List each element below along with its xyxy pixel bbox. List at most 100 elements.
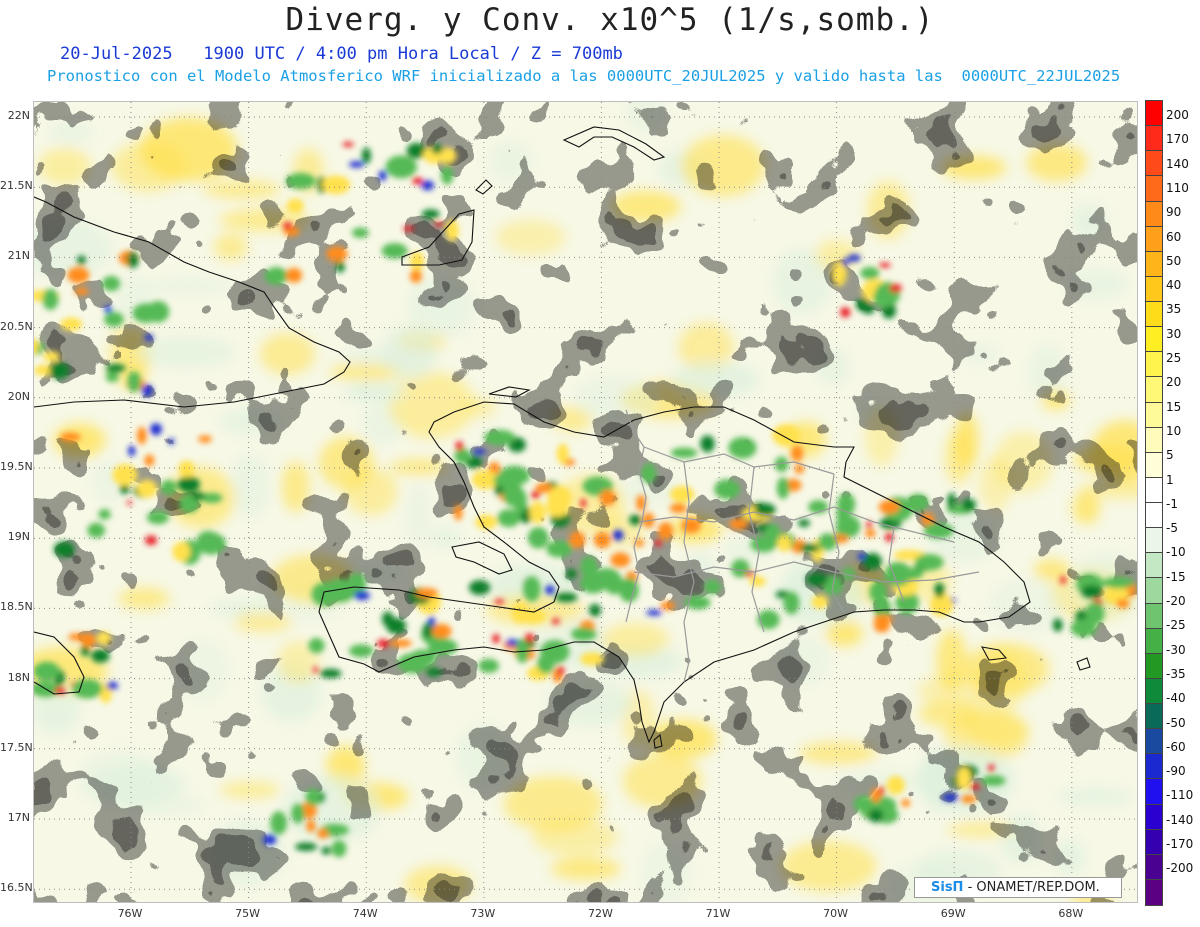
colorbar-tick-label: -30: [1166, 642, 1186, 657]
colorbar-box: [1145, 351, 1163, 378]
field-cell-blob: [104, 305, 112, 313]
field-cell-blob: [403, 225, 415, 232]
field-cell-blob: [385, 155, 418, 179]
field-cell-blob: [472, 448, 487, 455]
colorbar-tick-label: 140: [1166, 156, 1189, 171]
colorbar-tick-label: -15: [1166, 569, 1186, 584]
field-cell-blob: [502, 480, 523, 507]
field-cell-blob: [641, 463, 657, 484]
field-cell-blob: [146, 510, 169, 525]
field-cell-blob: [317, 828, 329, 839]
field-cell-blob: [551, 618, 560, 625]
field-cell-blob: [494, 599, 505, 605]
colorbar-box: [1145, 652, 1163, 679]
colorbar-tick-label: 1: [1166, 472, 1174, 487]
field-cell-blob: [478, 658, 500, 673]
colorbar-tick-label: 50: [1166, 253, 1182, 268]
field-cell-blob: [862, 552, 882, 570]
lon-label: 72W: [587, 907, 613, 920]
credit-box: SisΠ - ONAMET/REP.DOM.: [914, 877, 1122, 898]
field-cell-blob: [421, 180, 434, 191]
field-cell-blob: [285, 172, 316, 189]
field-cell-blob: [1080, 584, 1103, 599]
field-cell-blob: [263, 834, 277, 845]
field-cell-blob: [879, 785, 885, 796]
colorbar-box: [1145, 677, 1163, 704]
lat-label: 20.5N: [0, 319, 33, 333]
lat-label: 21N: [7, 249, 30, 263]
field-cell-blob: [914, 553, 944, 571]
colorbar-tick-label: 10: [1166, 423, 1182, 438]
field-cell-blob: [956, 766, 971, 790]
field-cell-blob: [168, 438, 175, 445]
valid-time-subtitle: 20-Jul-2025 1900 UTC / 4:00 pm Hora Loca…: [60, 44, 623, 64]
field-cell-blob: [610, 552, 631, 568]
field-cell-blob: [53, 541, 75, 558]
field-cell-blob: [865, 529, 876, 538]
colorbar-box: [1145, 326, 1163, 353]
lon-label: 68W: [1058, 907, 1084, 920]
colorbar-box: [1145, 225, 1163, 252]
lat-label: 19.5N: [0, 460, 33, 473]
field-cell-blob: [1060, 575, 1066, 585]
colorbar-tick-label: -110: [1166, 788, 1194, 803]
field-cell-blob: [308, 637, 325, 654]
field-cell-blob: [453, 504, 463, 521]
field-cell-blob: [286, 198, 304, 214]
field-cell-blob: [313, 666, 319, 674]
field-cell-blob: [988, 764, 995, 772]
field-cell-blob: [511, 602, 529, 624]
field-cell-blob: [49, 361, 70, 380]
field-cell-blob: [580, 498, 586, 509]
field-cell-blob: [529, 501, 546, 524]
field-cell-blob: [67, 266, 90, 284]
field-cell-blob: [177, 476, 200, 493]
chart-title: Diverg. y Conv. x10^5 (1/s,somb.): [285, 2, 935, 38]
field-cell-blob: [105, 371, 119, 383]
colorbar-tick-label: -5: [1166, 521, 1178, 536]
field-cell-blob: [878, 262, 891, 268]
colorbar-box: [1145, 828, 1163, 855]
field-cell-blob: [80, 633, 97, 648]
colorbar-box: [1145, 150, 1163, 177]
colorbar-tick-label: -40: [1166, 691, 1186, 706]
lon-label: 74W: [352, 907, 378, 920]
lat-label: 19N: [7, 530, 30, 544]
colorbar-tick-label: -20: [1166, 594, 1186, 608]
colorbar-box: [1145, 376, 1163, 403]
field-cell-blob: [589, 603, 601, 617]
field-cell-blob: [557, 665, 565, 676]
field-cell-blob: [570, 627, 597, 642]
colorbar-box: [1145, 100, 1163, 127]
field-cell-blob: [42, 288, 59, 310]
field-cell-blob: [657, 522, 674, 541]
field-cell-blob: [942, 793, 959, 802]
field-cell-blob: [546, 496, 569, 518]
field-cell-blob: [629, 514, 642, 526]
field-cell-blob: [703, 579, 722, 595]
lat-label: 21.5N: [0, 179, 33, 193]
colorbar-box: [1145, 552, 1163, 579]
field-cell-blob: [654, 538, 663, 547]
field-cell-blob: [906, 493, 929, 512]
colorbar-box: [1145, 502, 1163, 529]
field-cell-blob: [847, 254, 861, 262]
field-cell-blob: [660, 601, 675, 611]
field-cell-blob: [445, 219, 459, 242]
colorbar-tick-label: -10: [1166, 545, 1186, 560]
field-cell-blob: [729, 518, 749, 530]
colorbar-tick-label: 25: [1166, 351, 1182, 365]
field-cell-blob: [294, 842, 318, 851]
field-cell-blob: [335, 260, 345, 273]
field-cell-blob: [860, 266, 880, 280]
colorbar-tick-label: -200: [1166, 861, 1194, 876]
colorbar-tick-label: -60: [1166, 739, 1186, 754]
field-cell-blob: [646, 609, 662, 616]
credit-text: - ONAMET/REP.DOM.: [967, 880, 1100, 895]
field-cell-blob: [60, 432, 81, 442]
field-cell-blob: [901, 799, 911, 807]
field-cell-blob: [866, 520, 873, 529]
colorbar-tick-label: 5: [1166, 448, 1174, 463]
field-cell-blob: [669, 485, 695, 503]
lat-label: 17.5N: [0, 740, 33, 754]
